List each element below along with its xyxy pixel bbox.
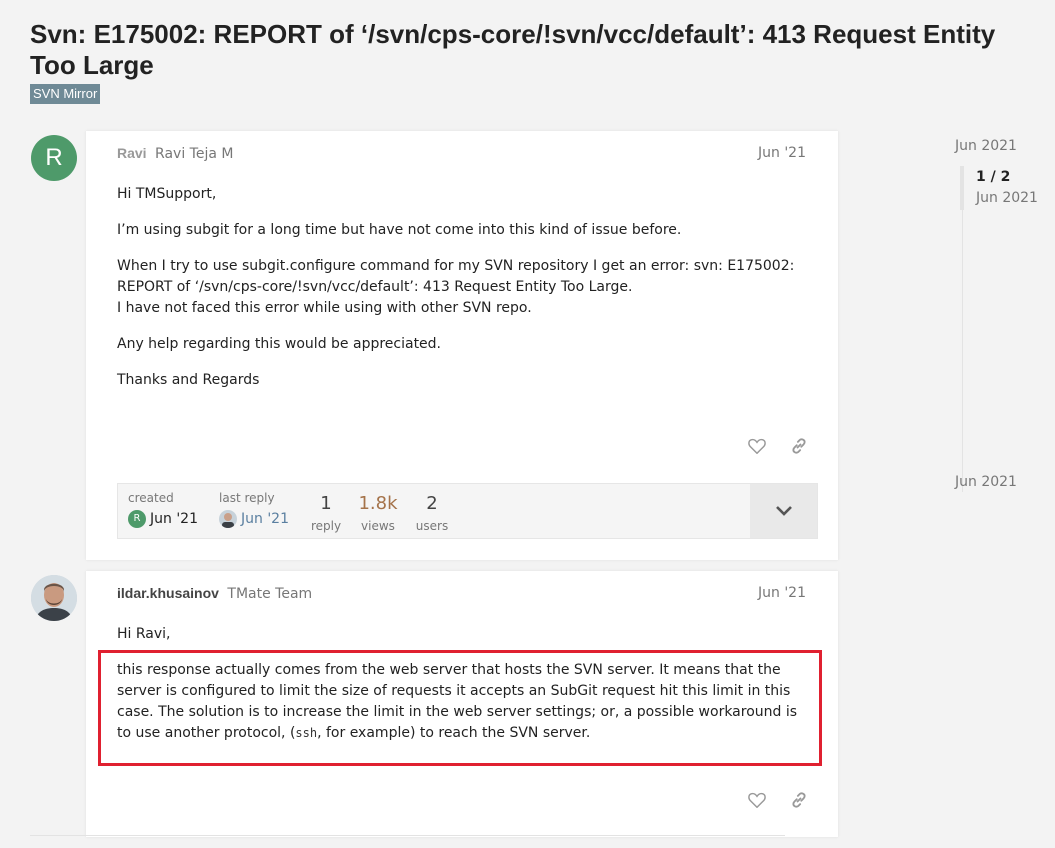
timeline-handle[interactable] [960,166,964,210]
replies-label: reply [310,519,342,533]
mini-avatar[interactable]: R [128,510,146,528]
views-label: views [361,519,395,533]
replies-count: 1 [320,493,332,514]
last-reply-label: last reply [219,491,275,505]
paragraph: I’m using subgit for a long time but hav… [117,222,682,238]
created-value: R Jun '21 [128,510,198,528]
topic-map: created R Jun '21 last reply Jun '21 1 r… [117,483,818,539]
last-reply-date[interactable]: Jun '21 [241,511,289,527]
mini-avatar[interactable] [219,510,237,528]
users-count: 2 [426,493,438,514]
created-info: created R Jun '21 [128,491,198,528]
heart-icon[interactable] [746,789,768,811]
inline-code: ssh [295,726,318,740]
views-stat: 1.8k views [358,493,398,534]
paragraph: Any help regarding this would be appreci… [117,336,442,352]
post-date[interactable]: Jun '21 [758,145,806,161]
heart-icon[interactable] [746,435,768,457]
post-date[interactable]: Jun '21 [758,585,806,601]
expand-topic-map-button[interactable] [750,484,817,538]
users-stat: 2 users [414,493,450,534]
paragraph-line: I have not faced this error while using … [117,300,532,316]
reply-text: , for example) to reach the SVN server. [317,725,591,741]
post-meta: ildar.khusainov TMate Team [117,585,312,602]
username[interactable]: ildar.khusainov [117,585,219,601]
username[interactable]: Ravi [117,145,147,161]
paragraph: When I try to use subgit.configure comma… [117,256,807,319]
paragraph: Hi TMSupport, [117,186,217,202]
timeline-start-date[interactable]: Jun 2021 [955,138,1017,154]
post: Ravi Ravi Teja M Jun '21 Hi TMSupport, I… [86,131,838,560]
post: ildar.khusainov TMate Team Jun '21 Hi Ra… [86,571,838,837]
paragraph: this response actually comes from the we… [117,660,807,744]
paragraph-line: When I try to use subgit.configure comma… [117,258,795,295]
paragraph: Thanks and Regards [117,372,260,388]
created-date: Jun '21 [150,511,198,527]
divider [30,835,785,836]
created-label: created [128,491,174,505]
timeline-position: 1 / 2 [976,169,1011,185]
chevron-down-icon [775,506,792,516]
timeline-track[interactable] [962,166,963,492]
post-body: Hi TMSupport, I’m using subgit for a lon… [117,184,807,406]
link-icon[interactable] [788,789,810,811]
last-reply-value: Jun '21 [219,510,289,528]
users-label: users [415,519,449,533]
category-badge[interactable]: SVN Mirror [30,84,101,104]
paragraph: Hi Ravi, [117,626,171,642]
link-icon[interactable] [788,435,810,457]
post-actions [746,789,810,811]
views-count: 1.8k [358,493,398,514]
post-body: Hi Ravi, this response actually comes fr… [117,624,807,759]
avatar[interactable]: R [31,135,77,181]
timeline-end-date[interactable]: Jun 2021 [955,474,1017,490]
post-meta: Ravi Ravi Teja M [117,145,233,162]
post-actions [746,435,810,457]
avatar[interactable] [31,575,77,621]
topic-title[interactable]: Svn: E175002: REPORT of ‘/svn/cps-core/!… [30,19,1040,81]
user-title: TMate Team [227,586,313,602]
timeline-current-date: Jun 2021 [976,190,1038,206]
full-name: Ravi Teja M [155,146,234,162]
replies-stat: 1 reply [308,493,344,534]
last-reply-info: last reply Jun '21 [219,491,289,528]
